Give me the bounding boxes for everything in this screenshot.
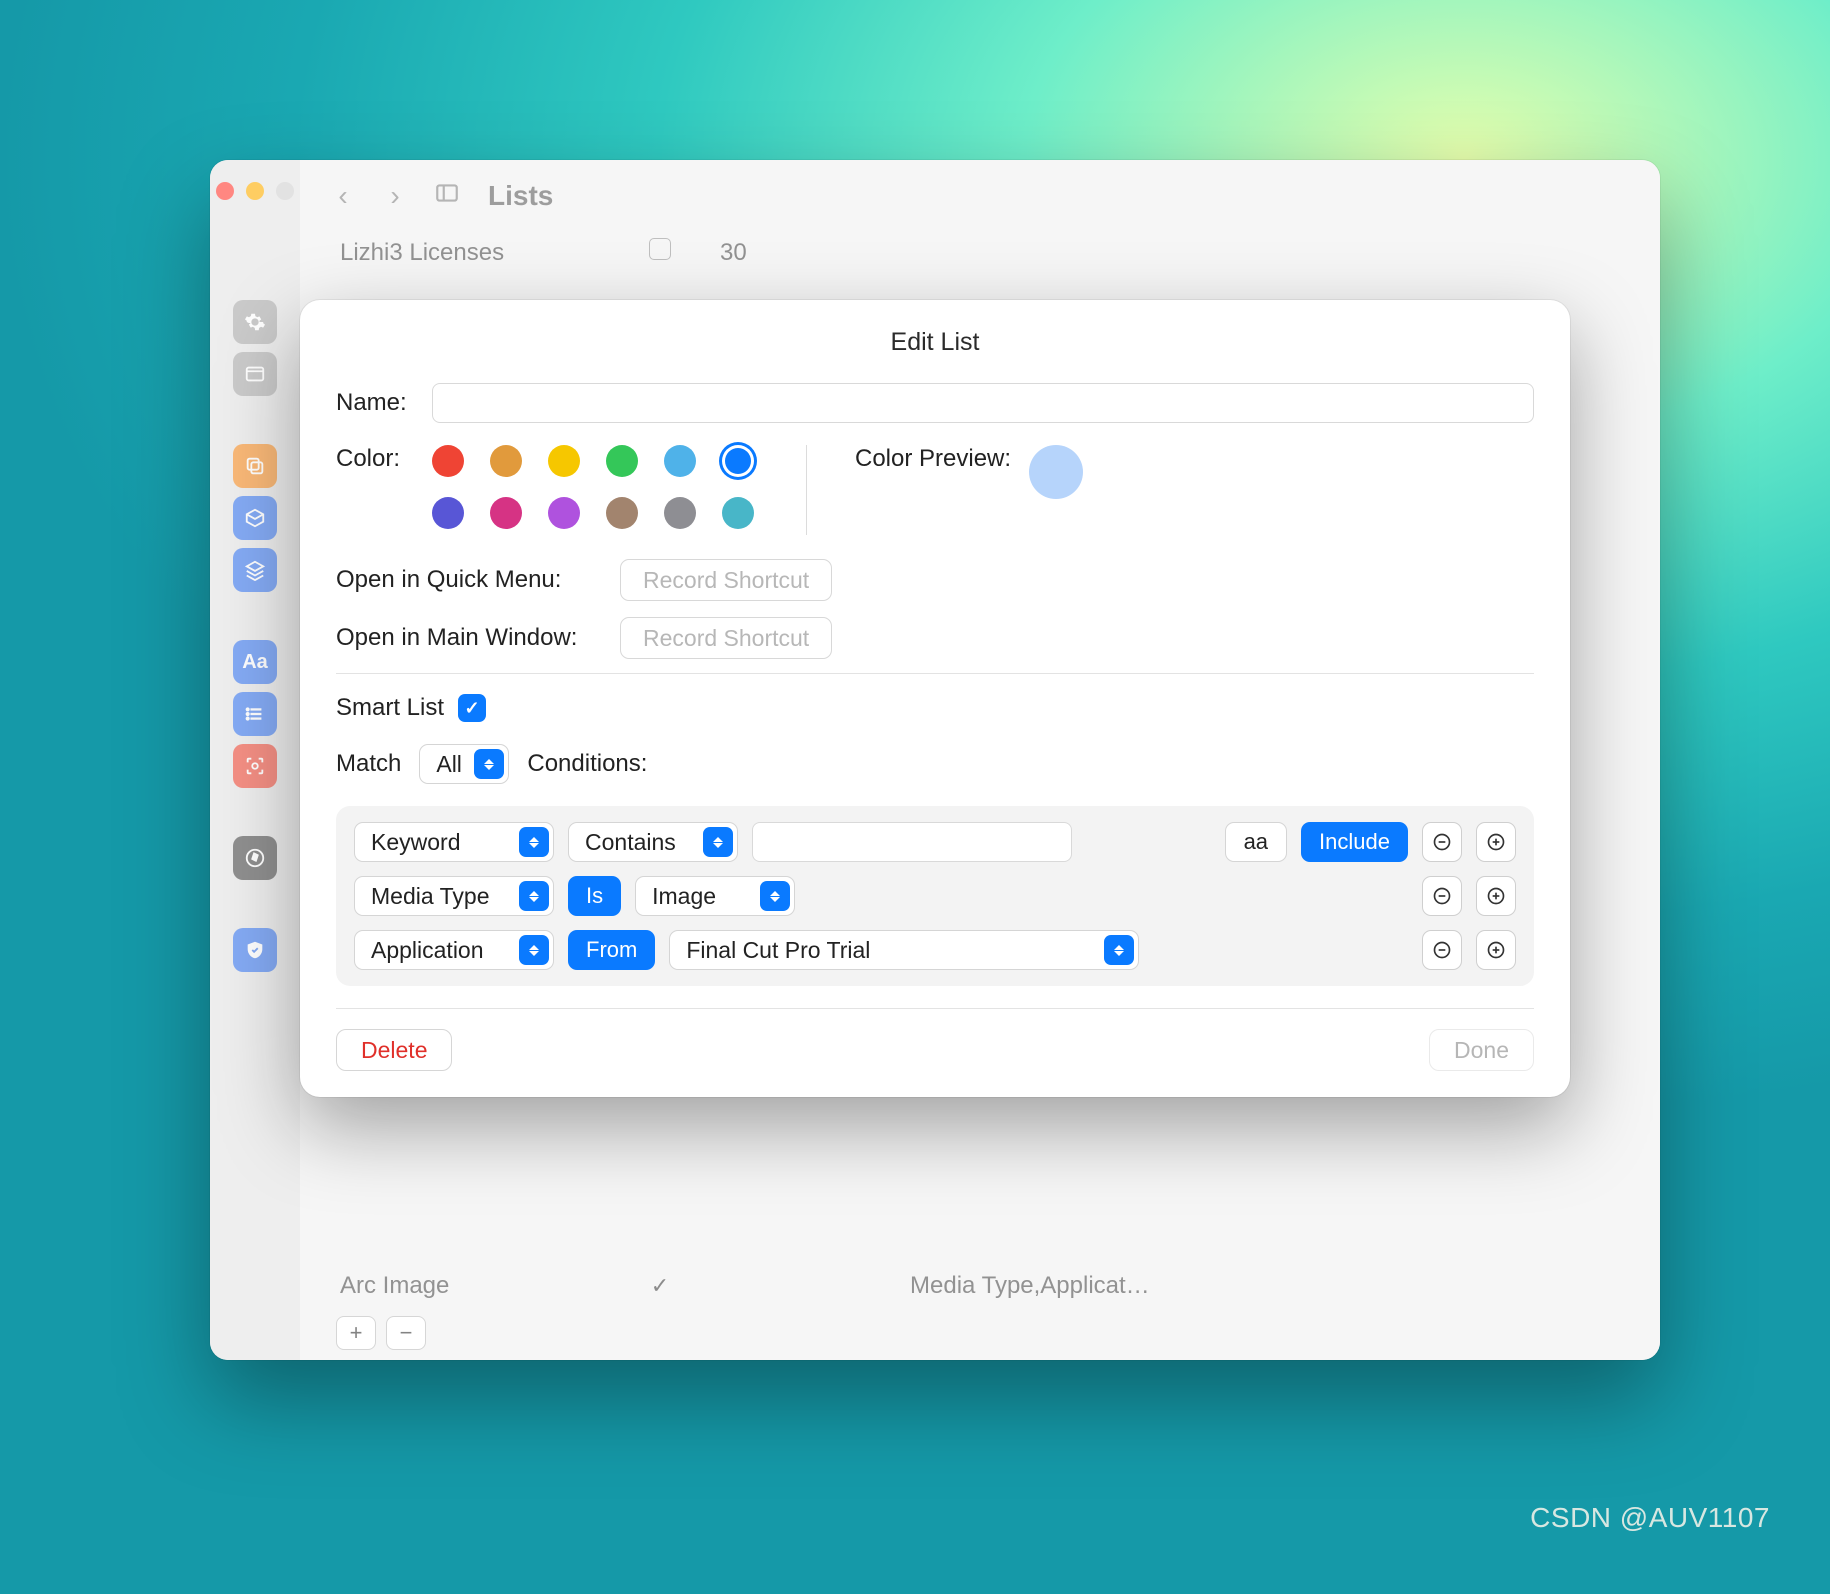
smart-list-checkbox[interactable]: ✓ [458, 694, 486, 722]
minimize-icon[interactable] [246, 182, 264, 200]
color-swatch-green[interactable] [606, 445, 638, 477]
color-swatch-blue-selected[interactable] [722, 445, 754, 477]
footer-buttons: + − [300, 1306, 1660, 1360]
chevron-updown-icon [519, 935, 549, 965]
color-swatch-orange[interactable] [490, 445, 522, 477]
window-traffic-lights[interactable] [216, 182, 294, 200]
open-quick-label: Open in Quick Menu: [336, 566, 606, 594]
add-button[interactable]: + [336, 1316, 376, 1350]
watermark: CSDN @AUV1107 [1530, 1502, 1770, 1534]
add-condition-button[interactable] [1476, 822, 1516, 862]
maximize-icon[interactable] [276, 182, 294, 200]
conditions-box: Keyword Contains aa Include Media Type I… [336, 806, 1534, 986]
table-row[interactable]: Lizhi3 Licenses 30 [300, 232, 1660, 273]
record-shortcut-quick[interactable]: Record Shortcut [620, 559, 832, 601]
condition-row: Keyword Contains aa Include [354, 822, 1516, 862]
sidebar-icon-text[interactable]: Aa [233, 640, 277, 684]
open-main-label: Open in Main Window: [336, 624, 606, 652]
color-swatch-teal[interactable] [722, 497, 754, 529]
sidebar-icon-compass[interactable] [233, 836, 277, 880]
list-name: Lizhi3 Licenses [340, 239, 600, 267]
condition-op-select[interactable]: Contains [568, 822, 738, 862]
chevron-updown-icon [519, 881, 549, 911]
sidebar-icon-scan[interactable] [233, 744, 277, 788]
condition-field-select[interactable]: Application [354, 930, 554, 970]
remove-condition-button[interactable] [1422, 822, 1462, 862]
back-button[interactable]: ‹ [326, 180, 360, 212]
page-title: Lists [488, 180, 553, 212]
divider [336, 1008, 1534, 1009]
close-icon[interactable] [216, 182, 234, 200]
chevron-updown-icon [519, 827, 549, 857]
match-value: All [436, 751, 462, 778]
list-meta: Media Type,Applicat… [910, 1272, 1620, 1300]
sidebar-icon-copy[interactable] [233, 444, 277, 488]
match-select[interactable]: All [419, 744, 509, 784]
sheet-title: Edit List [336, 328, 1534, 357]
condition-op-pill[interactable]: Is [568, 876, 621, 916]
color-swatch-gray[interactable] [664, 497, 696, 529]
forward-button[interactable]: › [378, 180, 412, 212]
remove-condition-button[interactable] [1422, 876, 1462, 916]
color-swatch-indigo[interactable] [432, 497, 464, 529]
condition-value-input[interactable] [752, 822, 1072, 862]
divider [336, 673, 1534, 674]
color-swatches [432, 445, 758, 529]
include-toggle[interactable]: Include [1301, 822, 1408, 862]
sidebar-toggle-icon[interactable] [430, 180, 464, 213]
sidebar-icon-gear[interactable] [233, 300, 277, 344]
chevron-updown-icon [1104, 935, 1134, 965]
match-label: Match [336, 750, 401, 778]
condition-op-pill[interactable]: From [568, 930, 655, 970]
condition-row: Media Type Is Image [354, 876, 1516, 916]
case-toggle[interactable]: aa [1225, 822, 1287, 862]
sidebar-icon-layers[interactable] [233, 548, 277, 592]
list-count: 30 [720, 239, 880, 267]
color-preview-swatch [1029, 445, 1083, 499]
condition-value-select[interactable]: Final Cut Pro Trial [669, 930, 1139, 970]
color-swatch-magenta[interactable] [490, 497, 522, 529]
color-swatch-skyblue[interactable] [664, 445, 696, 477]
record-shortcut-main[interactable]: Record Shortcut [620, 617, 832, 659]
condition-row: Application From Final Cut Pro Trial [354, 930, 1516, 970]
done-button[interactable]: Done [1429, 1029, 1534, 1071]
row-checkbox[interactable] [649, 238, 671, 260]
checkmark-icon: ✓ [651, 1273, 669, 1298]
color-label: Color: [336, 445, 416, 473]
name-input[interactable] [432, 383, 1534, 423]
condition-value-select[interactable]: Image [635, 876, 795, 916]
color-swatch-red[interactable] [432, 445, 464, 477]
add-condition-button[interactable] [1476, 930, 1516, 970]
remove-condition-button[interactable] [1422, 930, 1462, 970]
smart-list-label: Smart List [336, 694, 444, 722]
add-condition-button[interactable] [1476, 876, 1516, 916]
name-row: Name: [336, 383, 1534, 423]
color-swatch-purple[interactable] [548, 497, 580, 529]
condition-field-select[interactable]: Media Type [354, 876, 554, 916]
sidebar-icon-shield[interactable] [233, 928, 277, 972]
condition-field-select[interactable]: Keyword [354, 822, 554, 862]
delete-button[interactable]: Delete [336, 1029, 452, 1071]
color-swatch-yellow[interactable] [548, 445, 580, 477]
list-name: Arc Image [340, 1272, 600, 1300]
color-preview-label: Color Preview: [855, 445, 1011, 473]
edit-list-sheet: Edit List Name: Color: Col [300, 300, 1570, 1097]
divider [806, 445, 807, 535]
sidebar-icon-window[interactable] [233, 352, 277, 396]
toolbar: ‹ › Lists [300, 160, 1660, 232]
chevron-updown-icon [703, 827, 733, 857]
chevron-updown-icon [760, 881, 790, 911]
name-label: Name: [336, 389, 416, 417]
color-swatch-brown[interactable] [606, 497, 638, 529]
sidebar-icon-box[interactable] [233, 496, 277, 540]
conditions-label: Conditions: [527, 750, 647, 778]
chevron-updown-icon [474, 749, 504, 779]
remove-button[interactable]: − [386, 1316, 426, 1350]
table-row[interactable]: Arc Image ✓ Media Type,Applicat… [300, 1266, 1660, 1306]
sidebar-icon-list[interactable] [233, 692, 277, 736]
sidebar: Aa [210, 160, 300, 1360]
